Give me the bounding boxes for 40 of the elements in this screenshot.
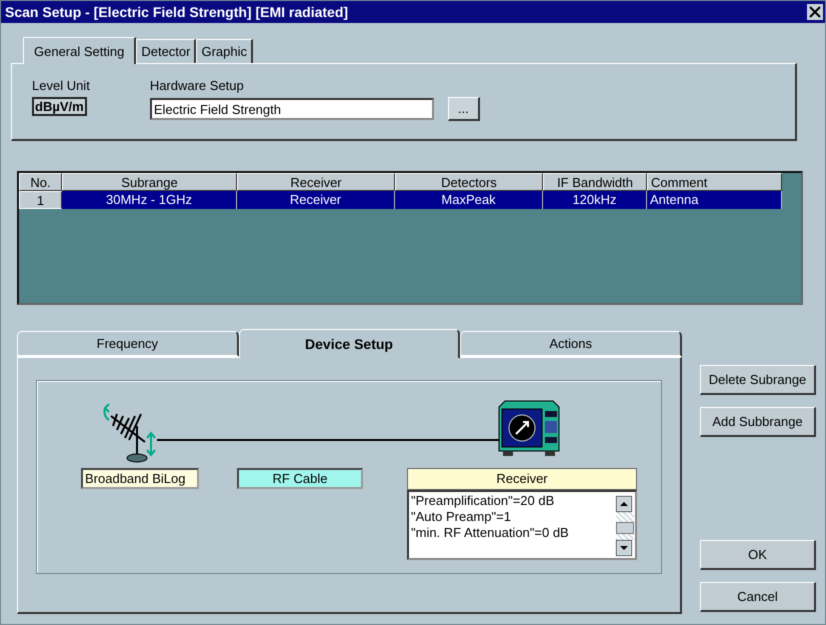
- field-label: Level Unit: [32, 78, 90, 93]
- setting-line: "min. RF Attenuation"=0 dB: [411, 525, 570, 541]
- table-row[interactable]: 1 30MHz - 1GHz Receiver MaxPeak 120kHz Antenna: [19, 191, 801, 209]
- level-unit-value: dBµV/m: [32, 97, 87, 116]
- column-header[interactable]: Receiver: [237, 173, 395, 191]
- antenna-name: Broadband BiLog: [81, 468, 199, 489]
- table-cell: MaxPeak: [395, 191, 543, 209]
- dialog-button[interactable]: Cancel: [700, 582, 816, 612]
- dialog-button[interactable]: OK: [700, 540, 816, 570]
- receiver-title: Receiver: [407, 468, 637, 490]
- column-header[interactable]: No.: [19, 173, 62, 191]
- hardware-setup-field[interactable]: Electric Field Strength: [150, 98, 434, 120]
- subrange-tab[interactable]: Actions: [460, 331, 682, 357]
- settings-tab[interactable]: General Setting: [23, 37, 136, 64]
- column-header[interactable]: Subrange: [62, 173, 237, 191]
- setting-line: "Preamplification"=20 dB: [411, 493, 556, 509]
- table-cell: 30MHz - 1GHz: [62, 191, 237, 209]
- scroll-up-icon[interactable]: [616, 496, 632, 512]
- table-cell: Antenna: [647, 191, 782, 209]
- column-header[interactable]: IF Bandwidth: [543, 173, 647, 191]
- settings-tab[interactable]: Graphic: [196, 39, 254, 63]
- table-cell: 1: [19, 191, 62, 209]
- table-cell: 120kHz: [543, 191, 647, 209]
- column-header[interactable]: Comment: [647, 173, 782, 191]
- close-icon[interactable]: [807, 4, 823, 20]
- window-title: Scan Setup - [Electric Field Strength] [EMI radiated]: [5, 4, 348, 20]
- cable-name: RF Cable: [237, 468, 363, 489]
- receiver-device-icon: [497, 399, 561, 459]
- subrange-button[interactable]: Add Subbrange: [700, 407, 816, 437]
- column-header[interactable]: Detectors: [395, 173, 543, 191]
- settings-tab[interactable]: Detector: [136, 39, 196, 63]
- receiver-settings-list[interactable]: "Preamplification"=20 dB "Auto Preamp"=1 "min. RF Attenuation"=0 dB: [407, 490, 637, 560]
- scroll-down-icon[interactable]: [616, 540, 632, 556]
- subrange-button[interactable]: Delete Subrange: [700, 365, 816, 395]
- subrange-tab[interactable]: Frequency: [17, 331, 239, 357]
- table-cell: Receiver: [237, 191, 395, 209]
- browse-button[interactable]: ...: [448, 97, 480, 121]
- setting-line: "Auto Preamp"=1: [411, 509, 512, 525]
- subrange-tab[interactable]: Device Setup: [238, 329, 460, 358]
- field-label: Hardware Setup: [150, 78, 245, 93]
